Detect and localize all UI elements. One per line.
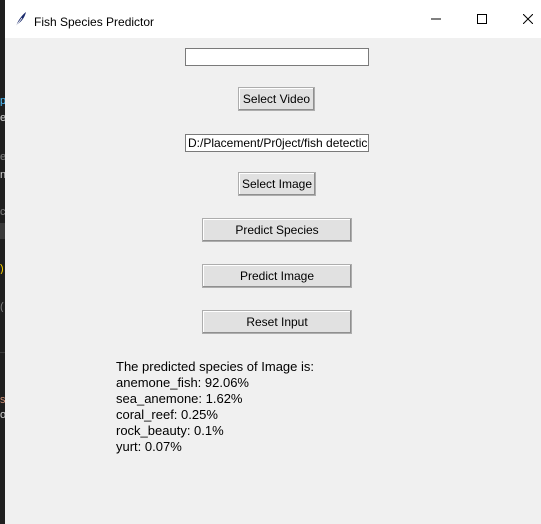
predict-image-button[interactable]: Predict Image: [202, 264, 352, 288]
app-window: Fish Species Predictor Select Video D:/P…: [5, 0, 541, 524]
minimize-button[interactable]: [413, 0, 459, 38]
result-line: coral_reef: 0.25%: [116, 407, 218, 422]
maximize-button[interactable]: [459, 0, 505, 38]
result-heading: The predicted species of Image is:: [116, 359, 314, 374]
image-path-field[interactable]: D:/Placement/Pr0ject/fish detectic: [185, 134, 369, 152]
maximize-icon: [477, 14, 487, 24]
close-icon: [523, 14, 533, 24]
video-path-field[interactable]: [185, 48, 369, 66]
result-line: anemone_fish: 92.06%: [116, 375, 249, 390]
select-video-button[interactable]: Select Video: [238, 87, 315, 111]
select-image-button[interactable]: Select Image: [238, 172, 316, 196]
predict-species-button[interactable]: Predict Species: [202, 218, 352, 242]
prediction-result: The predicted species of Image is: anemo…: [116, 359, 314, 455]
title-bar[interactable]: Fish Species Predictor: [5, 0, 541, 38]
window-title: Fish Species Predictor: [34, 15, 155, 29]
feather-icon: [13, 11, 29, 27]
minimize-icon: [431, 18, 441, 20]
result-line: yurt: 0.07%: [116, 439, 182, 454]
reset-input-button[interactable]: Reset Input: [202, 310, 352, 334]
result-line: rock_beauty: 0.1%: [116, 423, 224, 438]
close-button[interactable]: [505, 0, 541, 38]
result-line: sea_anemone: 1.62%: [116, 391, 243, 406]
